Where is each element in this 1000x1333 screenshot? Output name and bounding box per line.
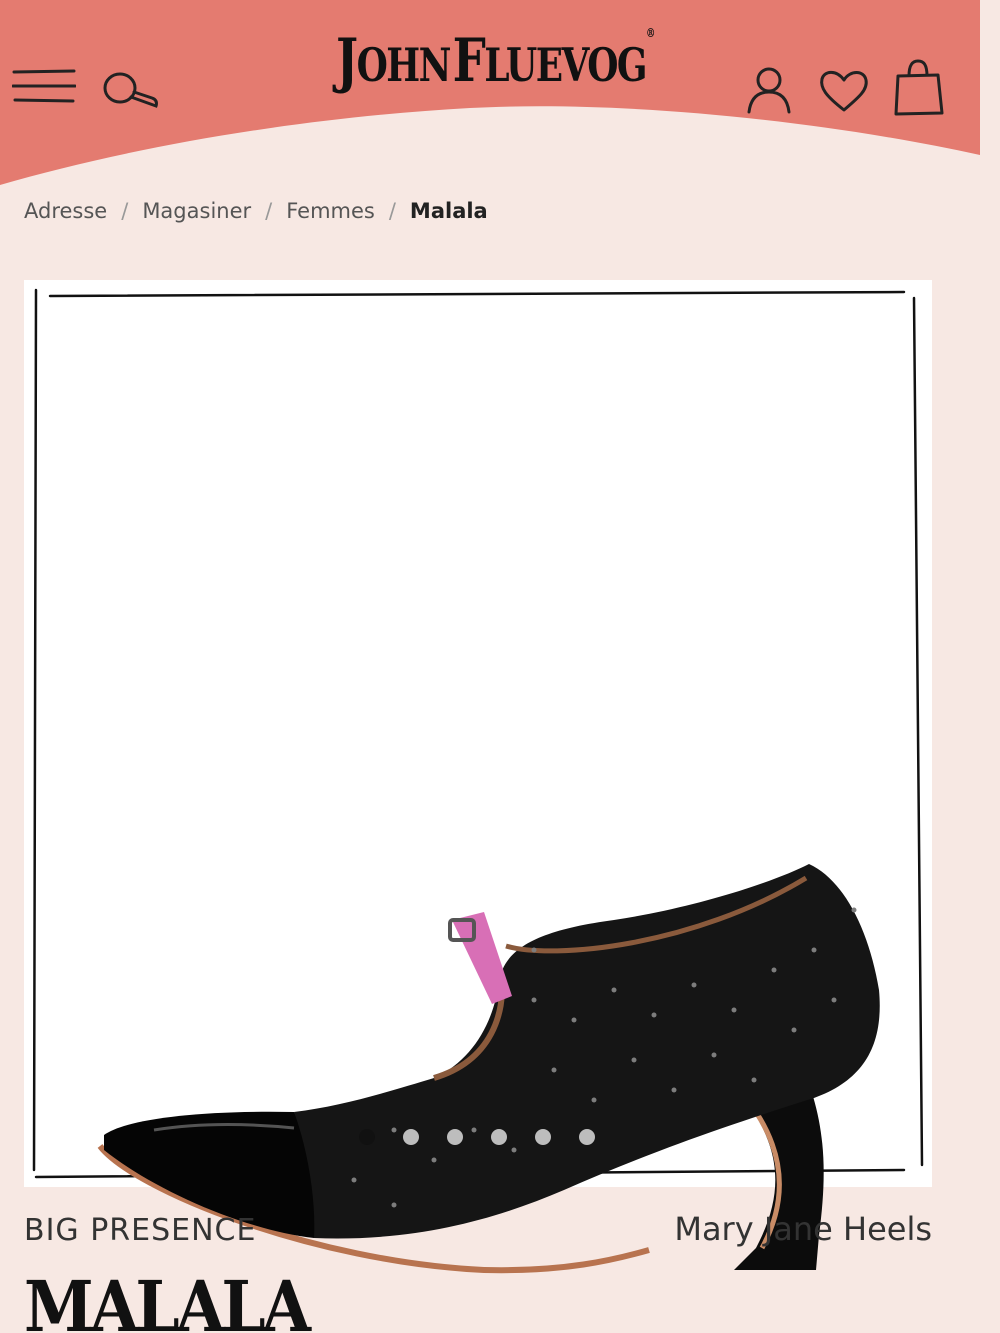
menu-icon[interactable] bbox=[11, 68, 77, 108]
product-image-gallery[interactable] bbox=[24, 280, 932, 1274]
wishlist-icon[interactable] bbox=[818, 68, 870, 118]
gallery-dot-1[interactable] bbox=[359, 1129, 375, 1145]
product-title: MALALA bbox=[24, 1265, 311, 1333]
breadcrumb-current: Malala bbox=[409, 199, 488, 223]
breadcrumb-link-shop[interactable]: Magasiner bbox=[142, 199, 251, 223]
search-icon[interactable] bbox=[100, 70, 162, 116]
gallery-pagination bbox=[359, 1129, 595, 1145]
site-header: JOHN FLUEVOG® bbox=[0, 0, 1000, 190]
brand-logo[interactable]: JOHN FLUEVOG® bbox=[336, 26, 655, 96]
gallery-dot-6[interactable] bbox=[579, 1129, 595, 1145]
breadcrumb: Adresse / Magasiner / Femmes / Malala bbox=[24, 199, 488, 223]
cart-icon[interactable] bbox=[893, 58, 945, 120]
gallery-dot-3[interactable] bbox=[447, 1129, 463, 1145]
breadcrumb-separator: / bbox=[121, 199, 129, 223]
breadcrumb-link-home[interactable]: Adresse bbox=[24, 199, 107, 223]
gallery-dot-2[interactable] bbox=[403, 1129, 419, 1145]
gallery-dot-4[interactable] bbox=[491, 1129, 507, 1145]
breadcrumb-separator: / bbox=[265, 199, 273, 223]
product-category: Mary Jane Heels bbox=[674, 1210, 932, 1248]
breadcrumb-separator: / bbox=[388, 199, 396, 223]
product-collection: BIG PRESENCE bbox=[24, 1213, 257, 1248]
breadcrumb-link-women[interactable]: Femmes bbox=[286, 199, 375, 223]
gallery-dot-5[interactable] bbox=[535, 1129, 551, 1145]
account-icon[interactable] bbox=[746, 66, 792, 118]
